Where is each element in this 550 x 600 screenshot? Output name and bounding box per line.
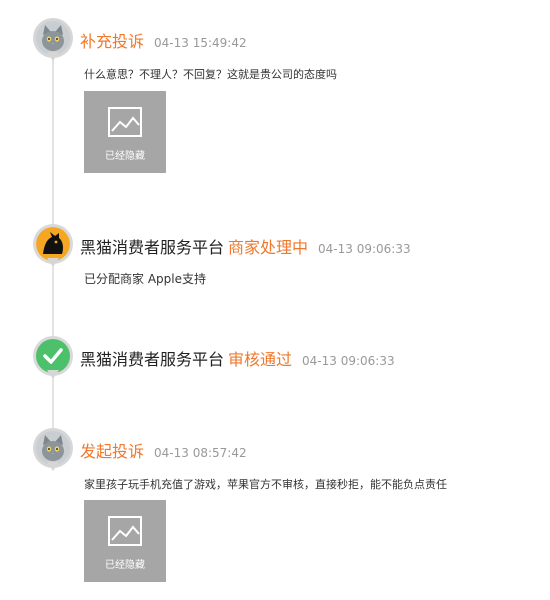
- event-time: 04-13 08:57:42: [154, 446, 247, 460]
- event-status: 审核通过: [228, 350, 293, 369]
- event-time: 04-13 09:06:33: [302, 354, 395, 368]
- attachment-hidden-label: 已经隐藏: [105, 151, 145, 162]
- event-actor: 黑猫消费者服务平台: [80, 238, 225, 257]
- event-actor: 黑猫消费者服务平台: [80, 350, 225, 369]
- event-content: 家里孩子玩手机充值了游戏，苹果官方不审核，直接秒拒，能不能负点责任: [84, 478, 447, 491]
- event-status: 商家处理中: [228, 238, 309, 257]
- hidden-attachment[interactable]: 已经隐藏: [84, 500, 166, 582]
- check-icon: [36, 339, 70, 373]
- approved-badge: [33, 336, 73, 379]
- event-header: 黑猫消费者服务平台 商家处理中 04-13 09:06:33: [80, 234, 411, 258]
- event-header: 发起投诉 04-13 08:57:42: [80, 438, 247, 462]
- event-type: 补充投诉: [80, 32, 145, 51]
- attachment-hidden-label: 已经隐藏: [105, 560, 145, 571]
- image-icon: [108, 516, 142, 546]
- event-header: 黑猫消费者服务平台 审核通过 04-13 09:06:33: [80, 346, 395, 370]
- event-time: 04-13 09:06:33: [318, 242, 411, 256]
- cat-avatar-icon: [36, 431, 70, 465]
- event-content: 什么意思？不理人？不回复？这就是贵公司的态度吗: [84, 68, 337, 81]
- event-type: 发起投诉: [80, 442, 145, 461]
- event-header: 补充投诉 04-13 15:49:42: [80, 28, 247, 52]
- cat-avatar-icon: [36, 21, 70, 55]
- black-cat-logo-icon: [36, 227, 70, 261]
- user-avatar: [33, 428, 73, 471]
- hidden-attachment[interactable]: 已经隐藏: [84, 91, 166, 173]
- platform-avatar: [33, 224, 73, 267]
- event-content: 已分配商家 Apple支持: [84, 272, 206, 286]
- user-avatar: [33, 18, 73, 61]
- image-icon: [108, 107, 142, 137]
- event-time: 04-13 15:49:42: [154, 36, 247, 50]
